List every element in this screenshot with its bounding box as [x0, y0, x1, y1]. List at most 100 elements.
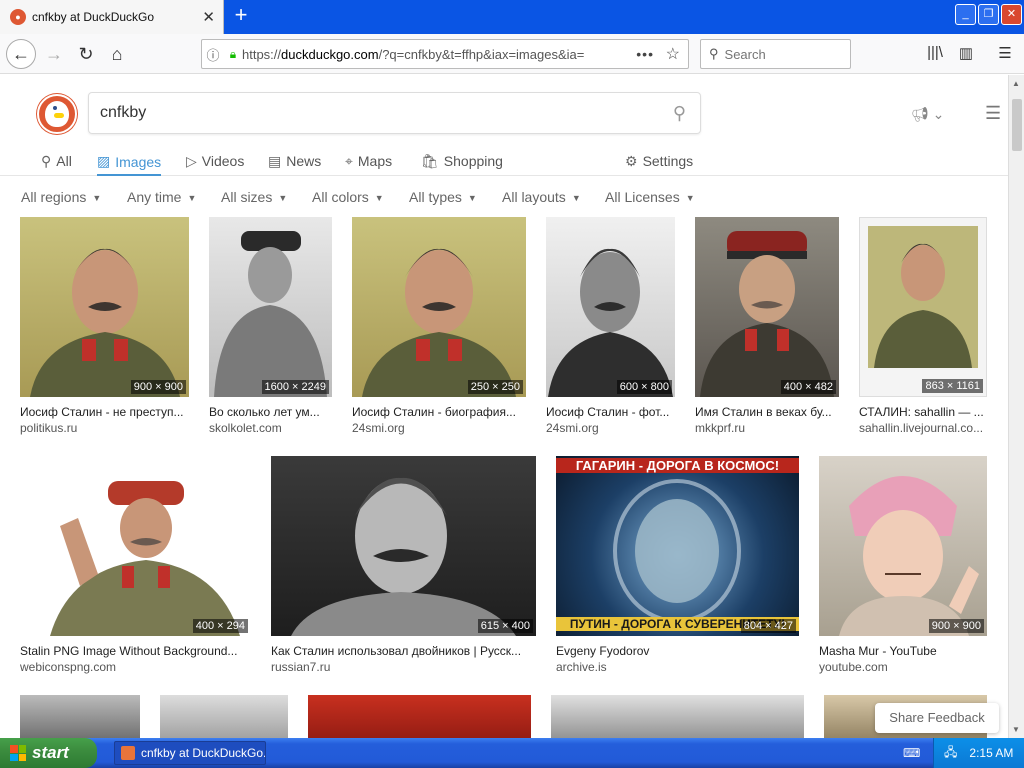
filter-region[interactable]: All regions ▼ [21, 189, 101, 205]
result-thumbnail[interactable]: 900 × 900 [20, 217, 189, 397]
result-thumbnail[interactable]: 600 × 800 [546, 217, 675, 397]
image-result[interactable] [20, 695, 140, 738]
browser-search-input[interactable] [724, 46, 835, 62]
result-thumbnail[interactable] [551, 695, 804, 738]
share-feedback-button[interactable]: Share Feedback [875, 703, 999, 733]
tab-news[interactable]: ▤ News [268, 149, 321, 173]
filter-time[interactable]: Any time ▼ [127, 189, 196, 205]
url-text[interactable]: https://duckduckgo.com/?q=cnfkby&t=ffhp&… [242, 47, 622, 62]
home-button[interactable]: ⌂ [103, 40, 131, 68]
image-result[interactable]: 900 × 900 Masha Mur - YouTube youtube.co… [819, 456, 987, 674]
result-title[interactable]: Имя Сталин в веках бу... [695, 405, 839, 419]
info-icon[interactable]: ⓘ [202, 45, 224, 64]
result-title[interactable]: Иосиф Сталин - не преступ... [20, 405, 189, 419]
result-thumbnail[interactable] [308, 695, 531, 738]
result-thumbnail[interactable]: 863 × 1161 [859, 217, 987, 397]
image-result[interactable] [160, 695, 288, 738]
result-thumbnail[interactable]: ГАГАРИН - ДОРОГА В КОСМОС! ПУТИН - ДОРОГ… [556, 456, 799, 636]
result-source[interactable]: mkkprf.ru [695, 421, 839, 435]
image-result[interactable]: 615 × 400 Как Сталин использовал двойник… [271, 456, 536, 674]
result-source[interactable]: russian7.ru [271, 660, 536, 674]
result-thumbnail[interactable] [20, 695, 140, 738]
close-window-button[interactable]: ✕ [1001, 4, 1022, 25]
scroll-up-icon[interactable]: ▲ [1012, 79, 1020, 88]
tab-all[interactable]: ⚲ All [41, 149, 72, 173]
image-result[interactable] [308, 695, 531, 738]
result-source[interactable]: webiconspng.com [20, 660, 251, 674]
tab-shopping[interactable]: 🛍︎ Shopping [421, 149, 503, 173]
ddg-menu-icon[interactable]: ☰ [985, 103, 1001, 124]
image-result[interactable]: 250 × 250 Иосиф Сталин - биография... 24… [352, 217, 526, 435]
result-title[interactable]: Как Сталин использовал двойников | Русск… [271, 644, 536, 658]
filter-layout[interactable]: All layouts ▼ [502, 189, 581, 205]
ddg-search-box[interactable]: ⚲ [88, 92, 701, 134]
result-title[interactable]: Иосиф Сталин - фот... [546, 405, 675, 419]
result-source[interactable]: sahallin.livejournal.co... [859, 421, 987, 435]
new-tab-button[interactable]: + [229, 4, 253, 28]
page-actions-icon[interactable]: ••• [636, 46, 654, 62]
result-source[interactable]: archive.is [556, 660, 799, 674]
result-source[interactable]: politikus.ru [20, 421, 189, 435]
result-title[interactable]: Иосиф Сталин - биография... [352, 405, 526, 419]
image-result[interactable]: 400 × 482 Имя Сталин в веках бу... mkkpr… [695, 217, 839, 435]
filter-color[interactable]: All colors ▼ [312, 189, 384, 205]
filter-type[interactable]: All types ▼ [409, 189, 477, 205]
result-title[interactable]: Evgeny Fyodorov [556, 644, 799, 658]
result-title[interactable]: СТАЛИН: sahallin — ... [859, 405, 987, 419]
image-result[interactable]: 600 × 800 Иосиф Сталин - фот... 24smi.or… [546, 217, 675, 435]
result-thumbnail[interactable]: 400 × 294 [20, 456, 251, 636]
result-thumbnail[interactable]: 250 × 250 [352, 217, 526, 397]
start-button[interactable]: start [0, 738, 97, 768]
menu-icon[interactable]: ☰ [994, 44, 1016, 64]
browser-search-box[interactable]: ⚲ [700, 39, 851, 69]
image-result[interactable] [551, 695, 804, 738]
image-result[interactable]: 863 × 1161 СТАЛИН: sahallin — ... sahall… [859, 217, 987, 435]
library-icon[interactable]: |||\ [924, 44, 946, 64]
image-dimensions: 900 × 900 [130, 380, 186, 394]
url-bar[interactable]: ⓘ 🔒︎ https://duckduckgo.com/?q=cnfkby&t=… [201, 39, 689, 69]
result-thumbnail[interactable]: 400 × 482 [695, 217, 839, 397]
result-title[interactable]: Masha Mur - YouTube [819, 644, 987, 658]
filter-size[interactable]: All sizes ▼ [221, 189, 287, 205]
keyboard-icon[interactable]: ⌨ [903, 746, 920, 760]
search-icon[interactable]: ⚲ [673, 103, 686, 124]
scroll-down-icon[interactable]: ▼ [1012, 725, 1020, 734]
taskbar-firefox-item[interactable]: cnfkby at DuckDuckGo... [114, 741, 266, 765]
browser-tab[interactable]: ● cnfkby at DuckDuckGo ✕ [0, 0, 224, 34]
bookmark-star-icon[interactable]: ☆ [666, 44, 680, 64]
maximize-button[interactable]: ❐ [978, 4, 999, 25]
settings-link[interactable]: ⚙ Settings [625, 149, 693, 173]
result-source[interactable]: 24smi.org [352, 421, 526, 435]
forward-button[interactable]: → [40, 40, 68, 68]
image-result[interactable]: 900 × 900 Иосиф Сталин - не преступ... p… [20, 217, 189, 435]
result-thumbnail[interactable]: 900 × 900 [819, 456, 987, 636]
filter-license[interactable]: All Licenses ▼ [605, 189, 695, 205]
network-icon[interactable]: 🖧︎ [944, 743, 957, 764]
image-result[interactable]: 400 × 294 Stalin PNG Image Without Backg… [20, 456, 251, 674]
tab-maps[interactable]: ⌖ Maps [345, 149, 392, 173]
result-source[interactable]: skolkolet.com [209, 421, 332, 435]
image-result[interactable]: ГАГАРИН - ДОРОГА В КОСМОС! ПУТИН - ДОРОГ… [556, 456, 799, 674]
result-source[interactable]: 24smi.org [546, 421, 675, 435]
result-thumbnail[interactable]: 1600 × 2249 [209, 217, 332, 397]
result-title[interactable]: Во сколько лет ум... [209, 405, 332, 419]
reload-button[interactable]: ↻ [72, 40, 100, 68]
megaphone-icon[interactable]: 📢︎ ⌄ [911, 106, 944, 123]
back-button[interactable]: ← [6, 39, 36, 69]
ddg-search-input[interactable] [100, 104, 640, 122]
page-scrollbar[interactable]: ▲ ▼ [1008, 75, 1024, 738]
duckduckgo-logo[interactable] [37, 94, 77, 134]
minimize-button[interactable]: _ [955, 4, 976, 25]
result-title[interactable]: Stalin PNG Image Without Background... [20, 644, 251, 658]
tab-videos[interactable]: ▷ Videos [186, 149, 244, 173]
result-source[interactable]: youtube.com [819, 660, 987, 674]
result-thumbnail[interactable]: 615 × 400 [271, 456, 536, 636]
scrollbar-thumb[interactable] [1012, 99, 1022, 151]
result-thumbnail[interactable] [160, 695, 288, 738]
sidebar-icon[interactable]: ▥ [955, 44, 977, 64]
tab-images[interactable]: ▨ Images [97, 149, 162, 176]
bag-icon: 🛍︎ [421, 152, 439, 169]
image-result[interactable]: 1600 × 2249 Во сколько лет ум... skolkol… [209, 217, 332, 435]
tab-title: cnfkby at DuckDuckGo [32, 10, 155, 24]
close-tab-icon[interactable]: ✕ [202, 8, 215, 26]
